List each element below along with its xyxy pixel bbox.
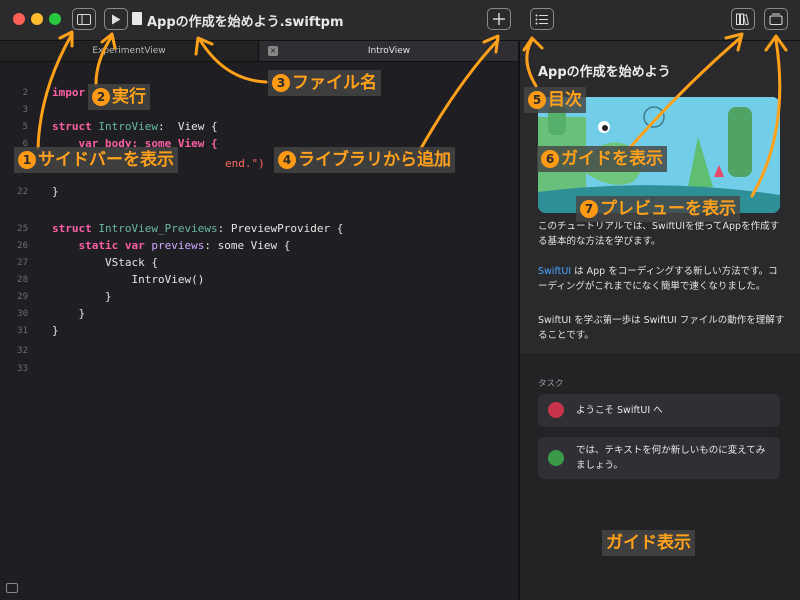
tab-label: IntroView	[367, 46, 411, 56]
line-number-gutter: 2 3 5 6 22 25 26 27 28 29 30 31 32 33	[0, 62, 34, 600]
annotation-library: 4 ライブラリから追加	[274, 147, 455, 173]
annotation-toc: 5 目次	[524, 87, 586, 113]
task-section: タスク ようこそ SwiftUI へ では、テキストを何か新しいものに変えてみま…	[520, 355, 800, 600]
task-icon	[548, 450, 564, 466]
zoom-window-button[interactable]	[49, 13, 61, 25]
task-text: ようこそ SwiftUI へ	[576, 405, 663, 416]
code-line: IntroView()	[52, 273, 205, 286]
line-number: 26	[17, 241, 28, 251]
code-editor[interactable]: 2 3 5 6 22 25 26 27 28 29 30 31 32 33 im…	[0, 62, 518, 600]
line-number: 22	[17, 187, 28, 197]
play-icon	[112, 14, 121, 24]
task-text: では、テキストを何か新しいものに変えてみましょう。	[576, 445, 766, 471]
guide-title: Appの作成を始めよう	[538, 65, 671, 80]
guide-first-step-text: SwiftUI を学ぶ第一歩は SwiftUI ファイルの動作を理解することです…	[538, 315, 785, 341]
plus-icon	[493, 13, 505, 25]
code-line: struct IntroView_Previews: PreviewProvid…	[52, 222, 344, 235]
line-number: 29	[17, 292, 28, 302]
swiftui-link[interactable]: SwiftUI	[538, 266, 571, 277]
minimize-window-button[interactable]	[31, 13, 43, 25]
annotation-file-name: 3 ファイル名	[268, 70, 381, 96]
code-line: VStack {	[52, 256, 158, 269]
line-number: 32	[17, 346, 28, 356]
guide-panel: Appの作成を始めよう このチュートリアルでは、SwiftUIを使ってAppを作…	[520, 41, 800, 600]
list-icon	[535, 14, 548, 24]
line-number: 28	[17, 275, 28, 285]
preview-icon	[769, 13, 783, 25]
code-line: }	[52, 307, 86, 320]
code-line: }	[52, 324, 59, 337]
task-icon	[548, 402, 564, 418]
line-number: 27	[17, 258, 28, 268]
sidebar-icon	[77, 13, 91, 25]
annotation-preview: 7 プレビューを表示	[576, 196, 740, 222]
line-number: 5	[22, 122, 28, 132]
tab-bar: ExperimentView × IntroView	[0, 41, 518, 62]
line-number: 3	[22, 105, 28, 115]
code-line: end.")	[225, 157, 265, 170]
line-number: 33	[17, 364, 28, 374]
line-number: 31	[17, 326, 28, 336]
task-item-change-text[interactable]: では、テキストを何か新しいものに変えてみましょう。	[538, 437, 780, 479]
window-title: Appの作成を始めよう.swiftpm	[147, 15, 344, 30]
guide-intro-text: このチュートリアルでは、SwiftUIを使ってAppを作成する基本的な方法を学び…	[538, 221, 780, 247]
annotation-run: 2 実行	[88, 84, 150, 110]
code-line: impor	[52, 86, 86, 99]
line-number: 25	[17, 224, 28, 234]
document-icon	[132, 12, 142, 25]
task-section-label: タスク	[538, 379, 564, 389]
sidebar-toggle-button[interactable]	[72, 8, 96, 30]
annotation-guide-area: ガイド表示	[602, 530, 695, 556]
tab-experiment-view[interactable]: ExperimentView	[0, 41, 259, 61]
title-bar: Appの作成を始めよう.swiftpm	[0, 0, 800, 41]
line-number: 30	[17, 309, 28, 319]
console-toggle-icon[interactable]	[6, 583, 18, 593]
add-library-button[interactable]	[487, 8, 511, 30]
line-number: 2	[22, 88, 28, 98]
guide-swiftui-text: SwiftUI は App をコーディングする新しい方法です。コーディングがこれ…	[538, 266, 778, 292]
task-item-welcome[interactable]: ようこそ SwiftUI へ	[538, 394, 780, 427]
table-of-contents-button[interactable]	[530, 8, 554, 30]
code-line: static var previews: some View {	[52, 239, 291, 252]
annotation-sidebar: 1 サイドバーを表示	[14, 147, 178, 173]
close-window-button[interactable]	[13, 13, 25, 25]
code-line: struct IntroView: View {	[52, 120, 218, 133]
annotation-guide: 6 ガイドを表示	[537, 146, 667, 172]
tab-intro-view[interactable]: × IntroView	[260, 41, 518, 61]
show-preview-button[interactable]	[764, 8, 788, 30]
show-guide-button[interactable]	[731, 8, 755, 30]
code-line: }	[52, 290, 112, 303]
close-tab-icon[interactable]: ×	[268, 46, 278, 56]
books-icon	[736, 13, 749, 25]
code-line: }	[52, 185, 59, 198]
run-button[interactable]	[104, 8, 128, 30]
